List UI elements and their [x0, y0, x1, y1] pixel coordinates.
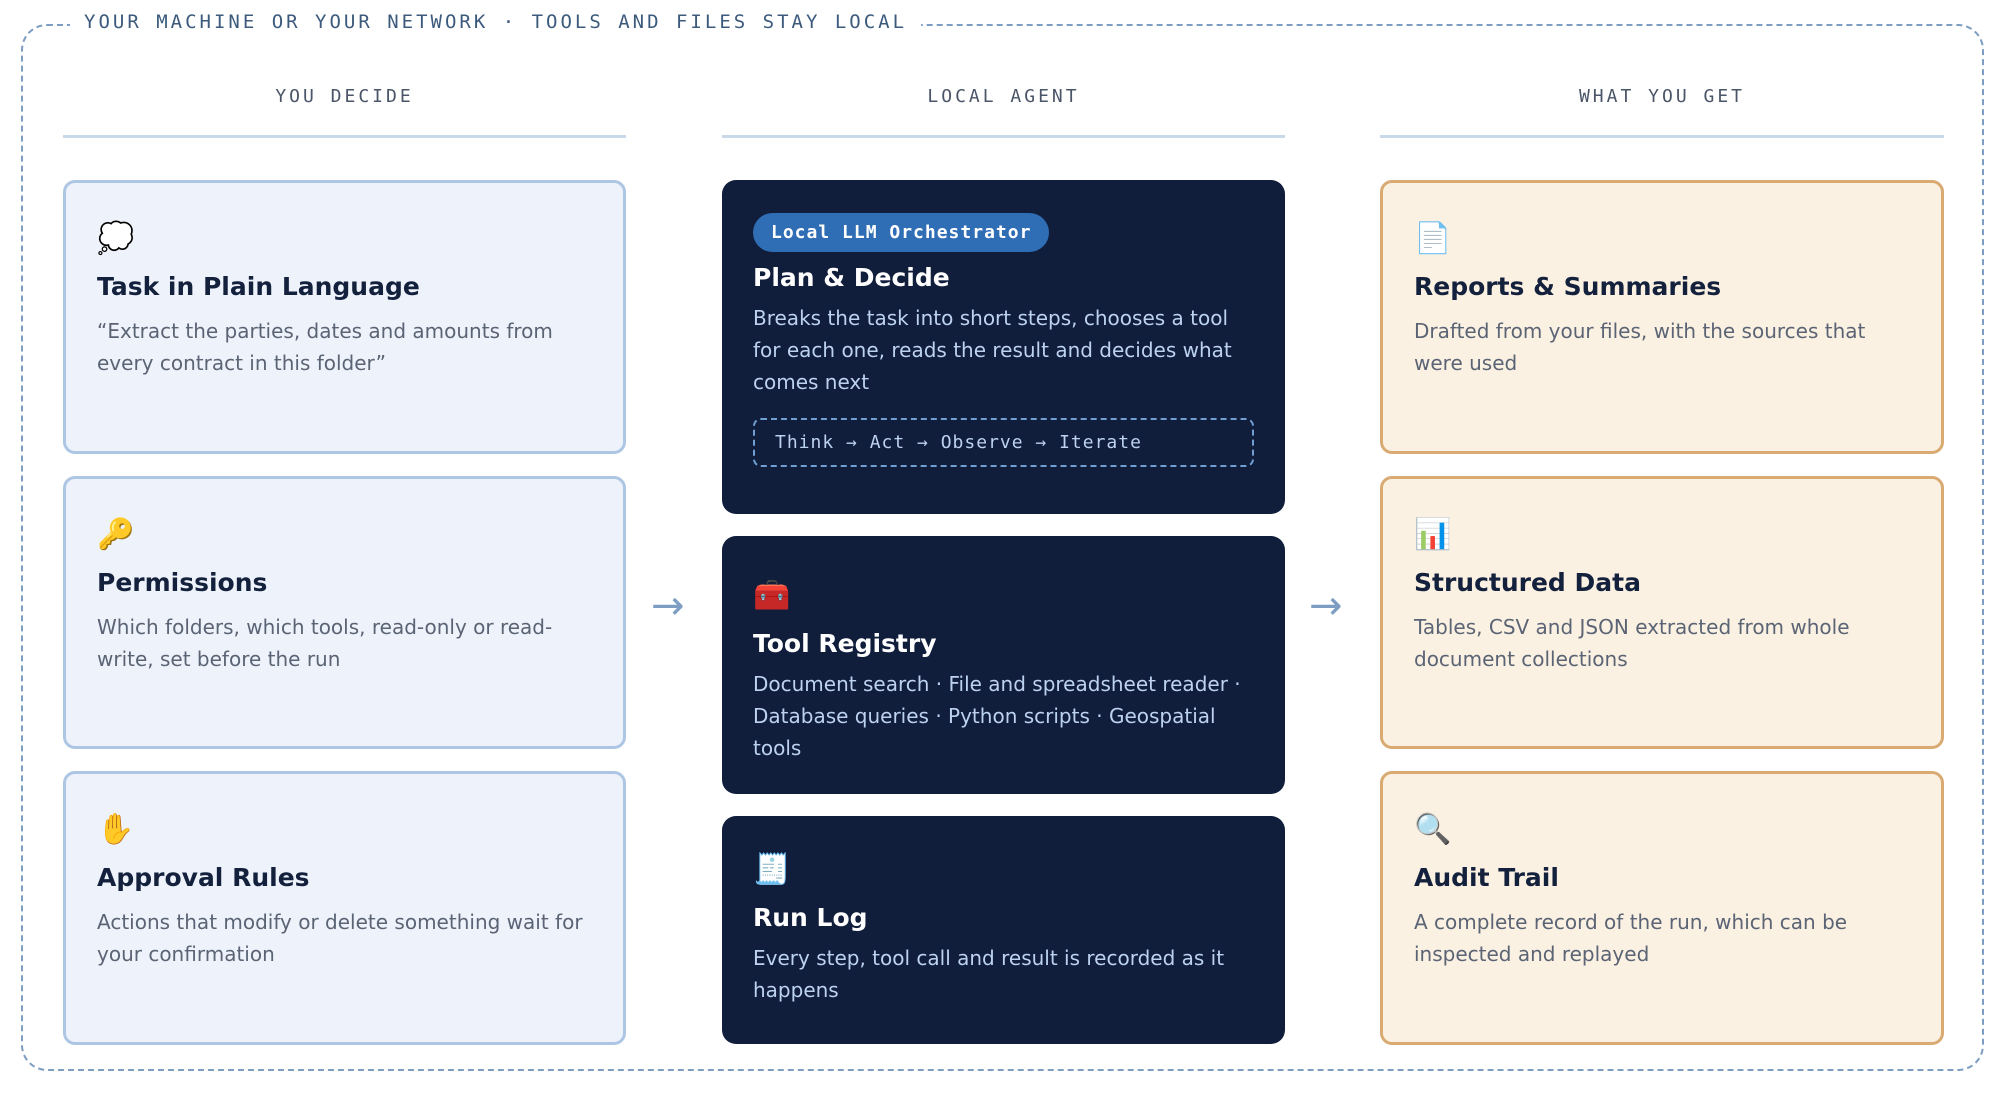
document-icon: 📄 — [1414, 221, 1452, 256]
card-title: Plan & Decide — [753, 263, 950, 292]
card-title: Permissions — [97, 568, 268, 597]
card-description: Breaks the task into short steps, choose… — [753, 306, 1232, 394]
receipt-icon: 🧾 — [753, 852, 791, 887]
approval-rules-card: ✋ Approval Rules Actions that modify or … — [63, 771, 626, 1045]
key-icon: 🔑 — [97, 517, 135, 552]
task-card: 💭 Task in Plain Language “Extract the pa… — [63, 180, 626, 454]
arrow-right-icon: → — [1309, 583, 1343, 629]
card-description: Which folders, which tools, read-only or… — [97, 615, 553, 671]
audit-trail-card: 🔍 Audit Trail A complete record of the r… — [1380, 771, 1944, 1045]
orchestrator-badge: Local LLM Orchestrator — [753, 213, 1050, 252]
permissions-card: 🔑 Permissions Which folders, which tools… — [63, 476, 626, 749]
column-heading-what-you-get: WHAT YOU GET — [1380, 86, 1944, 138]
orchestrator-card: Local LLM Orchestrator Plan & Decide Bre… — [722, 180, 1285, 514]
card-description: Tables, CSV and JSON extracted from whol… — [1414, 615, 1850, 671]
column-heading-you-decide: YOU DECIDE — [63, 86, 626, 138]
raised-hand-icon: ✋ — [97, 812, 135, 847]
card-title: Tool Registry — [753, 629, 937, 658]
card-description: “Extract the parties, dates and amounts … — [97, 319, 553, 375]
boundary-label: YOUR MACHINE OR YOUR NETWORK · TOOLS AND… — [70, 11, 922, 33]
structured-data-card: 📊 Structured Data Tables, CSV and JSON e… — [1380, 476, 1944, 749]
column-heading-local-agent: LOCAL AGENT — [722, 86, 1285, 138]
card-title: Structured Data — [1414, 568, 1641, 597]
card-title: Approval Rules — [97, 863, 310, 892]
magnifier-icon: 🔍 — [1414, 812, 1452, 847]
card-title: Task in Plain Language — [97, 272, 420, 301]
card-description: Actions that modify or delete something … — [97, 910, 583, 966]
tool-registry-card: 🧰 Tool Registry Document search · File a… — [722, 536, 1285, 794]
agent-loop-box: Think → Act → Observe → Iterate — [753, 418, 1254, 467]
card-title: Reports & Summaries — [1414, 272, 1722, 301]
card-title: Run Log — [753, 903, 868, 932]
reports-card: 📄 Reports & Summaries Drafted from your … — [1380, 180, 1944, 454]
card-description: A complete record of the run, which can … — [1414, 910, 1848, 966]
run-log-card: 🧾 Run Log Every step, tool call and resu… — [722, 816, 1285, 1044]
card-title: Audit Trail — [1414, 863, 1559, 892]
card-description: Document search · File and spreadsheet r… — [753, 672, 1241, 760]
toolbox-icon: 🧰 — [753, 578, 791, 613]
bar-chart-icon: 📊 — [1414, 517, 1452, 552]
card-description: Drafted from your files, with the source… — [1414, 319, 1866, 375]
speech-bubble-icon: 💭 — [97, 221, 135, 256]
card-description: Every step, tool call and result is reco… — [753, 946, 1225, 1002]
arrow-right-icon: → — [651, 583, 685, 629]
